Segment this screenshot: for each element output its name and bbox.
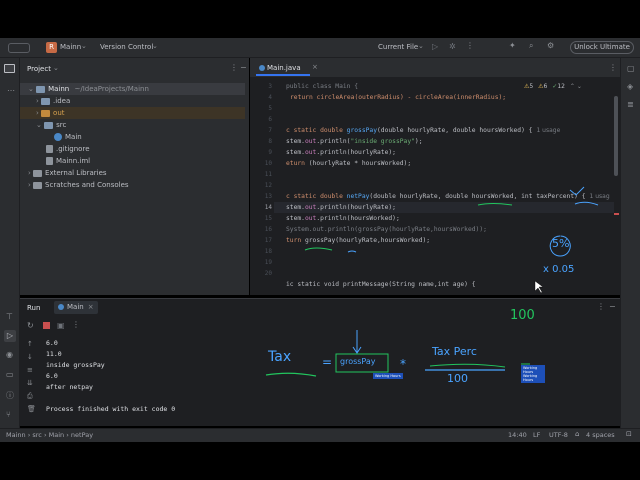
caret-position[interactable]: 14:40 xyxy=(508,431,527,439)
annotation-underline xyxy=(574,201,599,206)
annotation-times: * xyxy=(400,357,406,371)
annotation-five-percent: 5% xyxy=(552,237,570,250)
annotation-tag: Working Hours xyxy=(373,373,403,379)
line-separator[interactable]: LF xyxy=(533,431,540,439)
annotation-grosspay: grossPay xyxy=(340,357,376,366)
annotation-eq: = xyxy=(322,355,333,369)
status-bar: Mainn › src › Main › netPay 14:40 LF UTF… xyxy=(0,428,640,442)
breadcrumb: Mainn › src › Main › netPay xyxy=(6,431,93,439)
annotation-tax: Tax xyxy=(268,349,292,365)
annotation-underline xyxy=(265,372,317,377)
annotation-underline xyxy=(347,250,357,253)
annotation-tax-perc: Tax Perc xyxy=(432,345,477,358)
mouse-cursor-icon xyxy=(534,280,544,294)
breadcrumb-item[interactable]: Main xyxy=(49,431,65,439)
annotation-arrow xyxy=(352,330,362,354)
file-encoding[interactable]: UTF-8 xyxy=(549,431,568,439)
annotation-tag: Working Hours Working Hours xyxy=(521,365,545,383)
annotation-underline xyxy=(429,363,506,368)
annotation-hundred: 100 xyxy=(447,372,468,385)
readonly-toggle-icon[interactable]: ⊡ xyxy=(626,430,632,438)
lock-icon[interactable]: ⌂ xyxy=(575,430,579,438)
annotation-hundred-top: 100 xyxy=(510,308,535,323)
indent-setting[interactable]: 4 spaces xyxy=(586,431,615,439)
breadcrumb-item[interactable]: netPay xyxy=(71,431,93,439)
annotation-x005: x 0.05 xyxy=(543,264,575,275)
annotation-layer xyxy=(265,186,599,377)
breadcrumb-item[interactable]: Mainn xyxy=(6,431,26,439)
annotation-underline xyxy=(304,247,333,251)
annotation-underline xyxy=(477,203,513,206)
annotation-check xyxy=(569,186,585,196)
breadcrumb-item[interactable]: src xyxy=(32,431,42,439)
